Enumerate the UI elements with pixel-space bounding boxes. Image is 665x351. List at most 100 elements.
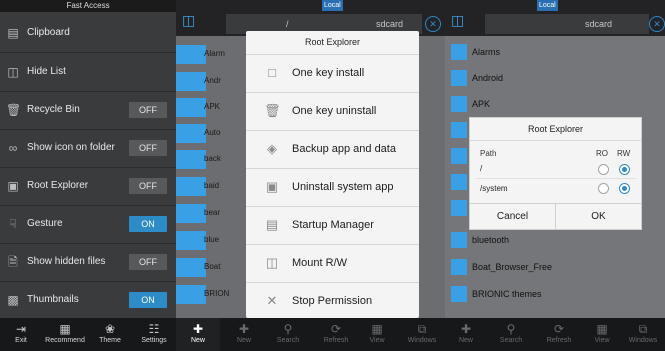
close-circle-icon[interactable]: ✕	[649, 16, 665, 32]
fast-access-item-gesture[interactable]: ☟ Gesture ON	[0, 205, 176, 244]
dialog-title: Root Explorer	[470, 118, 641, 141]
fast-access-item-clipboard[interactable]: ▤ Clipboard	[0, 14, 176, 53]
mount-path: /	[480, 164, 483, 173]
windows-label: Windows	[407, 337, 437, 344]
view-label: View	[369, 337, 385, 344]
hidden-file-icon: 🗎	[8, 255, 18, 269]
folder-name[interactable]: APK	[204, 102, 220, 111]
path-text: sdcard	[585, 19, 613, 29]
mount-rw-dialog: Root Explorer Path RO RW / /system Cance…	[469, 117, 642, 230]
close-circle-icon[interactable]: ✕	[425, 16, 441, 32]
theme-label: Theme	[99, 337, 121, 344]
windows-button[interactable]: ⧉ Windows	[623, 318, 663, 351]
fast-access-item-show-icon-on-folder[interactable]: ∞ Show icon on folder OFF	[0, 129, 176, 168]
grid-icon: ▦	[596, 322, 608, 336]
view-button[interactable]: ▦ View	[587, 318, 617, 351]
folder-icon	[451, 96, 467, 112]
folder-icon	[176, 258, 206, 277]
exit-button[interactable]: ⇥ Exit	[4, 318, 38, 351]
folder-icon	[451, 232, 467, 248]
new-button[interactable]: ✚ New	[451, 318, 481, 351]
root-icon: ▣	[7, 179, 19, 193]
refresh-label: Refresh	[323, 337, 349, 344]
menu-item-one-key-uninstall[interactable]: 🗑 One key uninstall	[246, 92, 419, 130]
ro-radio[interactable]	[598, 164, 609, 175]
rw-column-header: RW	[617, 149, 631, 158]
theme-button[interactable]: ❀ Theme	[92, 318, 128, 351]
bottom-toolbar: ✚ New ✚ New ⚲ Search ⟳ Refresh ▦ View ⧉ …	[176, 318, 445, 351]
fast-access-item-root-explorer[interactable]: ▣ Root Explorer OFF	[0, 167, 176, 206]
settings-button[interactable]: ☷ Settings	[134, 318, 174, 351]
folder-name[interactable]: blue	[204, 235, 219, 244]
windows-button[interactable]: ⧉ Windows	[402, 318, 442, 351]
folder-row[interactable]: BRIONIC themes	[445, 282, 665, 308]
folder-icon	[451, 259, 467, 275]
folder-name[interactable]: Boat	[204, 262, 220, 271]
root-explorer-toggle[interactable]: OFF	[129, 178, 167, 194]
menu-item-mount-rw[interactable]: ◫ Mount R/W	[246, 244, 419, 282]
rw-radio-selected[interactable]	[619, 164, 630, 175]
recommend-button[interactable]: ▦ Recommend	[42, 318, 88, 351]
search-label: Search	[499, 337, 523, 344]
folder-name[interactable]: bear	[204, 208, 220, 217]
new-button-secondary[interactable]: ✚ New	[228, 318, 260, 351]
menu-item-uninstall-system-app[interactable]: ▣ Uninstall system app	[246, 168, 419, 206]
fast-access-item-label: Clipboard	[27, 27, 70, 38]
ok-button[interactable]: OK	[556, 204, 641, 229]
menu-item-backup-app-and-data[interactable]: ◈ Backup app and data	[246, 130, 419, 168]
folder-name: Android	[472, 73, 504, 83]
folder-name[interactable]: baid	[204, 181, 219, 190]
fast-access-bottom-bar: ⇥ Exit ▦ Recommend ❀ Theme ☷ Settings	[0, 318, 176, 351]
row-divider	[476, 178, 636, 179]
new-label: New	[190, 337, 205, 344]
show-hidden-files-toggle[interactable]: OFF	[129, 254, 167, 270]
refresh-button[interactable]: ⟳ Refresh	[539, 318, 579, 351]
gesture-toggle[interactable]: ON	[129, 216, 167, 232]
folder-row[interactable]: Android	[445, 66, 665, 92]
search-button[interactable]: ⚲ Search	[493, 318, 529, 351]
menu-item-label: One key install	[292, 67, 365, 79]
fast-access-item-show-hidden-files[interactable]: 🗎 Show hidden files OFF	[0, 243, 176, 282]
file-panel-dimmed: ◫ / sdcard Local ✕ Alarm Andr APK Auto b…	[176, 0, 445, 351]
cancel-button[interactable]: Cancel	[470, 204, 555, 229]
path-bar[interactable]: sdcard	[485, 14, 649, 34]
rw-radio-selected[interactable]	[619, 183, 630, 194]
folder-name[interactable]: Auto	[204, 128, 220, 137]
fast-access-item-label: Root Explorer	[27, 180, 89, 191]
fast-access-item-thumbnails[interactable]: ▩ Thumbnails ON	[0, 281, 176, 319]
fast-access-item-recycle-bin[interactable]: 🗑 Recycle Bin OFF	[0, 91, 176, 130]
folder-icon	[451, 70, 467, 86]
fast-access-title: Fast Access	[0, 0, 176, 12]
new-label: New	[458, 337, 473, 344]
folder-row[interactable]: APK	[445, 92, 665, 118]
menu-item-one-key-install[interactable]: □ One key install	[246, 54, 419, 92]
menu-item-startup-manager[interactable]: ▤ Startup Manager	[246, 206, 419, 244]
folder-row[interactable]: Boat_Browser_Free	[445, 255, 665, 281]
window-icon[interactable]: ◫	[182, 12, 198, 28]
search-icon: ⚲	[283, 322, 293, 336]
thumbnails-toggle[interactable]: ON	[129, 292, 167, 308]
recommend-label: Recommend	[45, 337, 85, 344]
refresh-button[interactable]: ⟳ Refresh	[316, 318, 356, 351]
folder-name[interactable]: BRION	[204, 289, 229, 298]
fast-access-item-hide-list[interactable]: ◫ Hide List	[0, 53, 176, 92]
windows-icon: ⧉	[638, 322, 648, 336]
recycle-bin-toggle[interactable]: OFF	[129, 102, 167, 118]
search-button[interactable]: ⚲ Search	[270, 318, 306, 351]
folder-row[interactable]: Alarms	[445, 40, 665, 66]
folder-icon	[176, 285, 206, 304]
show-icon-on-folder-toggle[interactable]: OFF	[129, 140, 167, 156]
view-button[interactable]: ▦ View	[362, 318, 392, 351]
menu-item-stop-permission[interactable]: ✕ Stop Permission	[246, 282, 419, 320]
folder-name[interactable]: Alarm	[204, 49, 225, 58]
folder-name: Boat_Browser_Free	[472, 262, 553, 272]
refresh-icon: ⟳	[330, 322, 342, 336]
folder-name[interactable]: Andr	[204, 76, 221, 85]
folder-row[interactable]: bluetooth	[445, 228, 665, 254]
folder-icon	[451, 200, 467, 216]
ro-radio[interactable]	[598, 183, 609, 194]
folder-name[interactable]: back	[204, 154, 221, 163]
folder-icon	[176, 177, 206, 196]
new-button[interactable]: ✚ New	[176, 318, 220, 351]
window-icon[interactable]: ◫	[451, 12, 467, 28]
